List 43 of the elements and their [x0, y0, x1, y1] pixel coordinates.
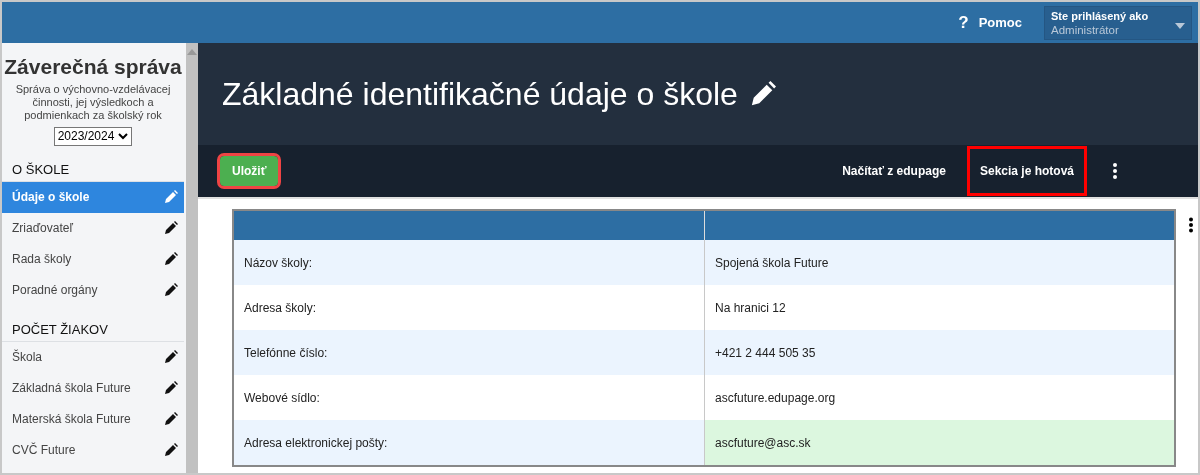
- pencil-icon: [164, 190, 178, 204]
- more-icon[interactable]: [1188, 217, 1194, 233]
- report-subtitle: Správa o výchovno-vzdelávacej činnosti, jej výsledkoch a podmienkach za školský rok: [14, 83, 172, 122]
- year-select[interactable]: 2023/2024: [53, 126, 133, 146]
- table-cell: Adresa elektronickej pošty:: [233, 420, 705, 466]
- sidebar-item[interactable]: Údaje o škole: [2, 181, 184, 213]
- table-cell[interactable]: Spojená škola Future: [704, 240, 1175, 285]
- table-cell: Názov školy:: [233, 240, 705, 285]
- user-name: Administrátor: [1051, 23, 1119, 36]
- caret-icon: [1175, 22, 1185, 29]
- pencil-icon[interactable]: [749, 81, 776, 107]
- toolbar-button[interactable]: Načítať z edupage: [832, 156, 956, 186]
- table-cell[interactable]: ascfuture.edupage.org: [704, 375, 1175, 420]
- sidebar-item[interactable]: Škola: [2, 341, 184, 373]
- pencil-icon: [164, 283, 178, 297]
- help-button[interactable]: ? Pomoc: [958, 12, 1022, 33]
- toolbar-button[interactable]: Sekcia je hotová: [969, 149, 1084, 193]
- pencil-icon: [164, 221, 178, 235]
- pencil-icon: [164, 381, 178, 395]
- chevron-down-icon: [118, 132, 129, 140]
- sidebar-item[interactable]: Zriaďovateľ: [2, 212, 184, 244]
- page-title: Základné identifikačné údaje o škole: [222, 75, 738, 113]
- sidebar-item[interactable]: CVČ Future: [2, 434, 184, 466]
- sidebar-item[interactable]: Základná škola Future: [2, 372, 184, 404]
- user-caption: Ste prihlásený ako: [1051, 9, 1150, 22]
- pencil-icon: [164, 412, 178, 426]
- scrollbar[interactable]: [184, 43, 198, 473]
- scroll-up-icon: [187, 49, 197, 55]
- sidebar-item[interactable]: Materská škola Future: [2, 403, 184, 435]
- pencil-icon: [164, 350, 178, 364]
- table-cell: Telefónne číslo:: [233, 330, 705, 375]
- table-cell[interactable]: +421 2 444 505 35: [704, 330, 1175, 375]
- user-dropdown[interactable]: Ste prihlásený ako Administrátor: [1044, 5, 1192, 40]
- sidebar-item[interactable]: Rada školy: [2, 243, 184, 275]
- table-cell[interactable]: ascfuture@asc.sk: [704, 420, 1175, 466]
- sidebar-item[interactable]: Poradné orgány: [2, 274, 184, 306]
- more-icon[interactable]: [1112, 162, 1118, 180]
- report-title: Záverečná správa: [3, 55, 183, 79]
- pencil-icon: [164, 252, 178, 266]
- table-cell: Webové sídlo:: [233, 375, 705, 420]
- table-cell[interactable]: Na hranici 12: [704, 285, 1175, 330]
- table-cell: Adresa školy:: [233, 285, 705, 330]
- pencil-icon: [164, 443, 178, 457]
